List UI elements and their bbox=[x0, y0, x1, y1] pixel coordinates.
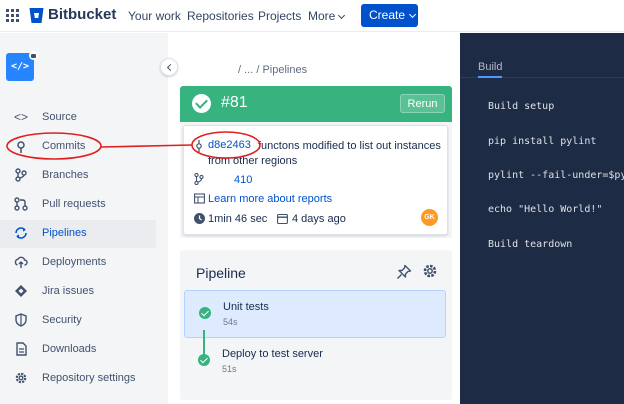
step-name: Deploy to test server bbox=[222, 348, 323, 360]
log-line-pip-install[interactable]: pip install pylint bbox=[488, 136, 596, 147]
top-navigation: Bitbucket Your work Repositories Project… bbox=[0, 0, 624, 32]
sidebar-item-security[interactable]: Security bbox=[0, 307, 156, 335]
sidebar: </> <> Source Commits Branches Pull requ… bbox=[0, 33, 168, 404]
create-button-label: Create bbox=[369, 8, 406, 22]
log-line-build-teardown[interactable]: Build teardown bbox=[488, 239, 572, 250]
pipeline-panel: Pipeline Unit tests 54s Deploy to test s… bbox=[180, 250, 452, 400]
sidebar-item-downloads[interactable]: Downloads bbox=[0, 336, 156, 364]
bitbucket-pipeline-page: Bitbucket Your work Repositories Project… bbox=[0, 0, 624, 404]
gear-icon bbox=[15, 372, 27, 384]
build-age: 4 days ago bbox=[292, 213, 346, 225]
lock-icon bbox=[29, 51, 38, 60]
sidebar-item-label: Pull requests bbox=[42, 198, 106, 210]
sidebar-item-label: Jira issues bbox=[42, 285, 94, 297]
sidebar-item-label: Security bbox=[42, 314, 82, 326]
create-button[interactable]: Create bbox=[361, 4, 418, 27]
pipeline-step-unit-tests[interactable]: Unit tests 54s bbox=[184, 290, 446, 338]
document-icon bbox=[16, 342, 27, 356]
log-line-echo[interactable]: echo "Hello World!" bbox=[488, 204, 602, 215]
report-icon bbox=[194, 193, 205, 204]
branch-icon bbox=[15, 168, 27, 182]
step-success-icon bbox=[198, 354, 210, 366]
tab-build[interactable]: Build bbox=[478, 61, 503, 78]
nav-repositories[interactable]: Repositories bbox=[187, 9, 254, 23]
collapse-sidebar-button[interactable] bbox=[160, 58, 178, 76]
pipeline-step-deploy[interactable]: Deploy to test server 51s bbox=[184, 338, 446, 386]
sidebar-item-pull-requests[interactable]: Pull requests bbox=[0, 191, 156, 219]
sidebar-item-label: Deployments bbox=[42, 256, 107, 268]
app-switcher-icon[interactable] bbox=[6, 9, 20, 23]
commit-icon bbox=[196, 140, 202, 152]
commit-hash-link[interactable]: d8e2463 bbox=[208, 139, 251, 151]
clock-icon bbox=[194, 213, 205, 224]
sidebar-item-pipelines[interactable]: Pipelines bbox=[0, 220, 156, 248]
log-tab-bar: Build bbox=[460, 33, 624, 78]
sidebar-item-label: Source bbox=[42, 111, 77, 123]
commit-icon bbox=[17, 141, 25, 153]
rerun-button[interactable]: Rerun bbox=[400, 94, 445, 113]
build-status-header: #81 Rerun bbox=[180, 86, 452, 122]
sidebar-item-source[interactable]: <> Source bbox=[0, 104, 156, 132]
calendar-icon bbox=[277, 213, 288, 224]
step-name: Unit tests bbox=[223, 301, 269, 313]
bitbucket-logo-icon[interactable] bbox=[29, 7, 44, 24]
gear-icon[interactable] bbox=[422, 263, 438, 279]
cloud-upload-icon bbox=[14, 256, 28, 268]
pipeline-title: Pipeline bbox=[196, 265, 246, 281]
build-number: #81 bbox=[221, 94, 248, 111]
breadcrumb[interactable]: / ... / Pipelines bbox=[238, 64, 307, 76]
nav-more-label: More bbox=[308, 9, 336, 23]
sidebar-item-label: Commits bbox=[42, 140, 86, 152]
build-duration: 1min 46 sec bbox=[208, 213, 268, 225]
pin-icon[interactable] bbox=[396, 264, 412, 280]
sidebar-item-deployments[interactable]: Deployments bbox=[0, 249, 156, 277]
step-duration: 54s bbox=[223, 317, 238, 327]
sidebar-item-jira-issues[interactable]: Jira issues bbox=[0, 278, 156, 306]
code-icon: <> bbox=[14, 110, 29, 124]
pull-request-icon bbox=[14, 197, 28, 211]
chevron-down-icon bbox=[408, 10, 417, 19]
app-name[interactable]: Bitbucket bbox=[48, 6, 116, 23]
nav-projects[interactable]: Projects bbox=[258, 9, 301, 23]
sidebar-item-commits[interactable]: Commits bbox=[0, 133, 156, 161]
sidebar-item-branches[interactable]: Branches bbox=[0, 162, 156, 190]
log-line-pylint[interactable]: pylint --fail-under=$py bbox=[488, 170, 624, 181]
log-line-build-setup[interactable]: Build setup bbox=[488, 101, 554, 112]
sidebar-item-label: Pipelines bbox=[42, 227, 87, 239]
author-avatar[interactable]: GK bbox=[421, 209, 438, 226]
nav-your-work[interactable]: Your work bbox=[128, 9, 181, 23]
step-success-icon bbox=[199, 307, 211, 319]
pipelines-icon bbox=[15, 227, 27, 239]
step-duration: 51s bbox=[222, 364, 237, 374]
build-log-panel: Build Build setup pip install pylint pyl… bbox=[460, 33, 624, 404]
success-check-icon bbox=[192, 94, 211, 113]
sidebar-item-label: Downloads bbox=[42, 343, 97, 355]
sidebar-item-repository-settings[interactable]: Repository settings bbox=[0, 365, 156, 393]
shield-icon bbox=[15, 313, 27, 327]
sidebar-item-label: Repository settings bbox=[42, 372, 136, 384]
nav-more[interactable]: More bbox=[308, 9, 346, 23]
branch-icon bbox=[194, 173, 204, 185]
pull-request-link[interactable]: 410 bbox=[234, 174, 252, 186]
commit-card: functons modified to list out instances … bbox=[183, 125, 448, 235]
chevron-down-icon bbox=[338, 11, 346, 20]
learn-more-reports-link[interactable]: Learn more about reports bbox=[208, 193, 332, 205]
jira-icon bbox=[15, 285, 27, 297]
sidebar-item-label: Branches bbox=[42, 169, 89, 181]
